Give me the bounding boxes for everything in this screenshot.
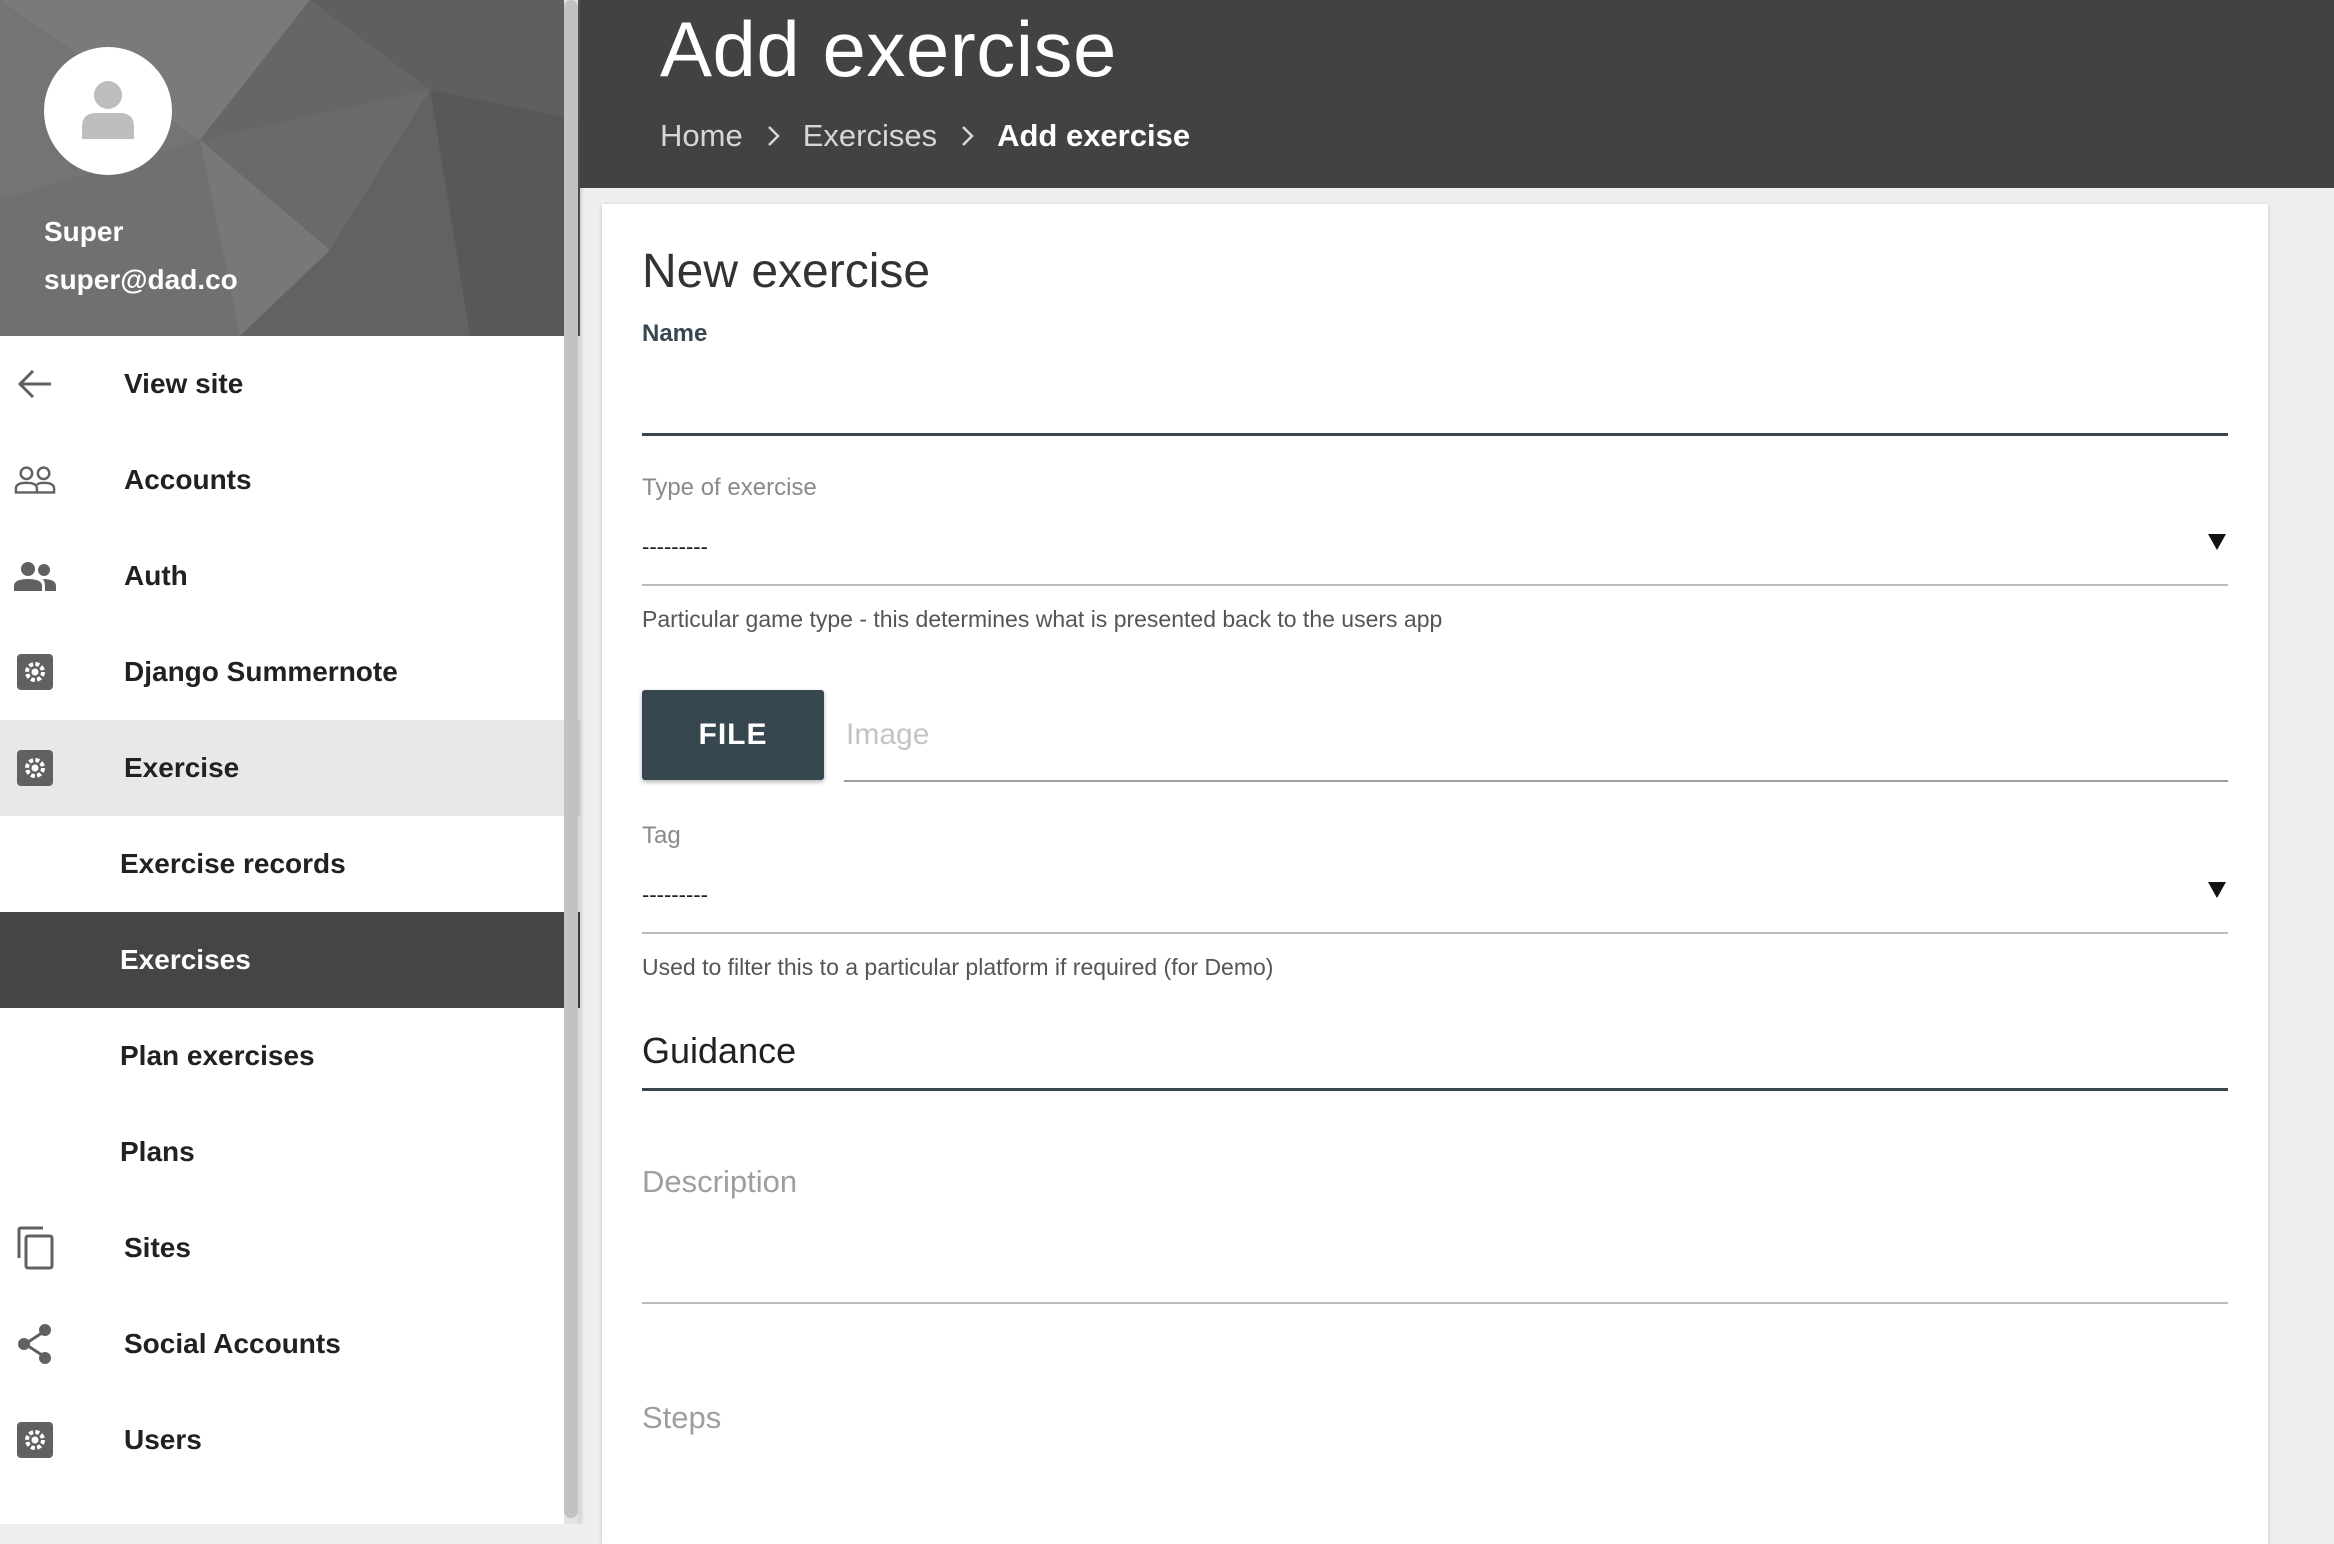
- people-outline-icon: [14, 463, 56, 497]
- sidebar-item-label: Plan exercises: [120, 1040, 315, 1071]
- page-header: Add exercise Home Exercises Add exercise: [580, 0, 2334, 188]
- sidebar-item-plan-exercises[interactable]: Plan exercises: [0, 1008, 580, 1104]
- sidebar-item-plans[interactable]: Plans: [0, 1104, 580, 1200]
- tag-help-text: Used to filter this to a particular plat…: [642, 954, 1274, 980]
- gear-icon: [14, 750, 56, 786]
- sidebar-item-label: Users: [124, 1424, 202, 1455]
- avatar: [44, 47, 172, 175]
- sidebar-item-auth[interactable]: Auth: [0, 528, 580, 624]
- tag-select-value: ---------: [642, 882, 708, 907]
- caret-down-icon: [2208, 534, 2226, 555]
- share-icon: [14, 1324, 56, 1364]
- sidebar-item-exercises[interactable]: Exercises: [0, 912, 580, 1008]
- scrollbar-thumb[interactable]: [564, 0, 578, 1518]
- sidebar: Super super@dad.co View site Accounts Au…: [0, 0, 580, 1524]
- sidebar-item-accounts[interactable]: Accounts: [0, 432, 580, 528]
- type-select-value: ---------: [642, 534, 708, 559]
- type-label: Type of exercise: [642, 474, 817, 501]
- sidebar-item-django-summernote[interactable]: Django Summernote: [0, 624, 580, 720]
- sidebar-item-label: View site: [124, 368, 244, 399]
- breadcrumb: Home Exercises Add exercise: [660, 118, 1190, 154]
- sidebar-shadow: [578, 0, 584, 1524]
- sidebar-item-sites[interactable]: Sites: [0, 1200, 580, 1296]
- description-textarea[interactable]: [642, 1164, 2228, 1304]
- gear-icon: [14, 654, 56, 690]
- sidebar-item-label: Accounts: [124, 464, 252, 495]
- caret-down-icon: [2208, 882, 2226, 903]
- sidebar-item-label: Auth: [124, 560, 188, 591]
- gear-icon: [14, 1422, 56, 1458]
- people-icon: [14, 559, 56, 593]
- copy-icon: [14, 1226, 56, 1270]
- image-path-input[interactable]: [844, 690, 2228, 782]
- type-select[interactable]: ---------: [642, 512, 2228, 586]
- sidebar-item-social-accounts[interactable]: Social Accounts: [0, 1296, 580, 1392]
- chevron-right-icon: [767, 125, 781, 147]
- sidebar-item-users[interactable]: Users: [0, 1392, 580, 1488]
- user-name: Super: [44, 216, 124, 247]
- name-input[interactable]: [642, 356, 2228, 436]
- sidebar-item-label: Exercises: [120, 944, 251, 975]
- sidebar-item-label: Django Summernote: [124, 656, 398, 687]
- arrow-left-icon: [14, 367, 56, 401]
- user-email: super@dad.co: [44, 264, 238, 295]
- sidebar-item-label: Exercise records: [120, 848, 346, 879]
- tag-label: Tag: [642, 822, 681, 849]
- breadcrumb-current: Add exercise: [997, 118, 1191, 153]
- chevron-right-icon: [961, 125, 975, 147]
- guidance-section-title: Guidance: [642, 1030, 2228, 1091]
- sidebar-item-exercise-records[interactable]: Exercise records: [0, 816, 580, 912]
- tag-select[interactable]: ---------: [642, 860, 2228, 934]
- page-title: Add exercise: [660, 5, 1117, 93]
- sidebar-nav: View site Accounts Auth Django Summernot…: [0, 336, 580, 1488]
- steps-textarea[interactable]: [642, 1400, 2228, 1520]
- sidebar-item-label: Social Accounts: [124, 1328, 341, 1359]
- sidebar-scrollbar[interactable]: [564, 0, 578, 1524]
- sidebar-item-exercise[interactable]: Exercise: [0, 720, 580, 816]
- sidebar-item-label: Exercise: [124, 752, 240, 783]
- sidebar-item-label: Plans: [120, 1136, 195, 1167]
- type-help-text: Particular game type - this determines w…: [642, 606, 1443, 632]
- breadcrumb-exercises[interactable]: Exercises: [803, 118, 937, 154]
- file-upload-button[interactable]: FILE: [642, 690, 824, 780]
- form-title: New exercise: [642, 245, 931, 298]
- name-label: Name: [642, 320, 708, 347]
- sidebar-item-view-site[interactable]: View site: [0, 336, 580, 432]
- profile-header: Super super@dad.co: [0, 0, 580, 336]
- exercise-form-card: New exercise Name Type of exercise -----…: [602, 204, 2268, 1544]
- user-icon: [82, 81, 134, 139]
- sidebar-item-label: Sites: [124, 1232, 191, 1263]
- breadcrumb-home[interactable]: Home: [660, 118, 743, 154]
